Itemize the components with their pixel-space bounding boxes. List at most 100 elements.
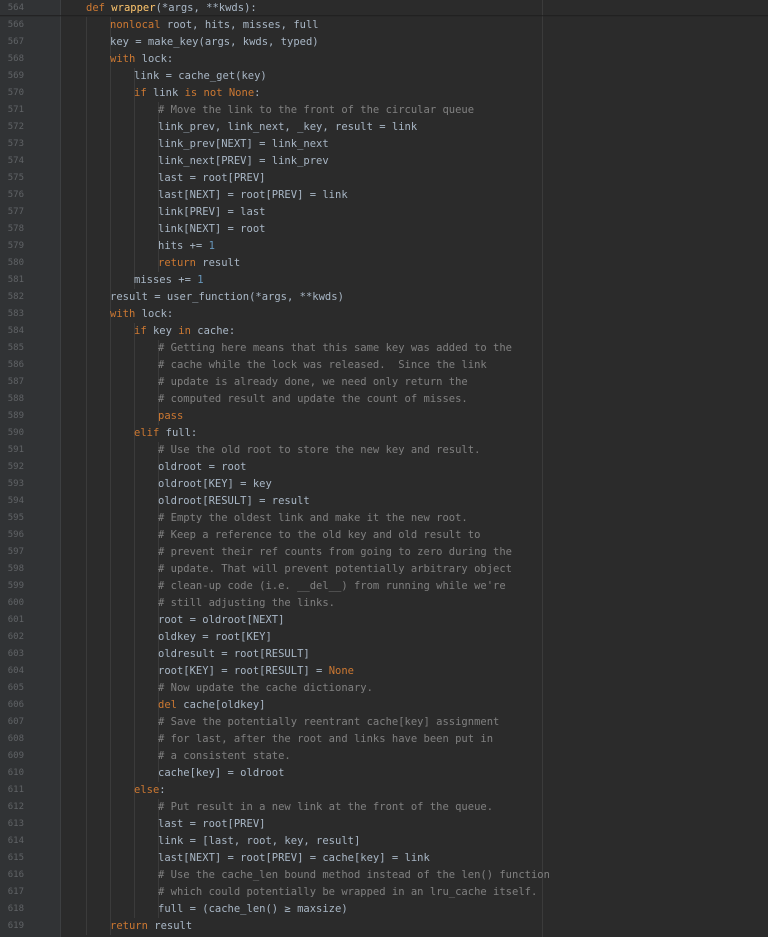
code-text[interactable]: # clean-up code (i.e. __del__) from runn… <box>158 578 506 595</box>
code-line[interactable]: 599 # clean-up code (i.e. __del__) from r… <box>0 578 768 595</box>
code-text[interactable]: oldroot[RESULT] = result <box>158 493 310 510</box>
code-text[interactable]: root[KEY] = root[RESULT] = None <box>158 663 354 680</box>
code-text[interactable]: # computed result and update the count o… <box>158 391 468 408</box>
code-line[interactable]: 579 hits += 1 <box>0 238 768 255</box>
code-text[interactable]: else: <box>134 782 166 799</box>
code-text[interactable]: # Getting here means that this same key … <box>158 340 512 357</box>
code-line[interactable]: 592 oldroot = root <box>0 459 768 476</box>
code-line[interactable]: 603 oldresult = root[RESULT] <box>0 646 768 663</box>
code-line[interactable]: 571 # Move the link to the front of the c… <box>0 102 768 119</box>
code-line[interactable]: 573 link_prev[NEXT] = link_next <box>0 136 768 153</box>
code-line[interactable]: 581 misses += 1 <box>0 272 768 289</box>
code-text[interactable]: link = cache_get(key) <box>134 68 267 85</box>
code-line[interactable]: 576 last[NEXT] = root[PREV] = link <box>0 187 768 204</box>
code-text[interactable]: # Keep a reference to the old key and ol… <box>158 527 480 544</box>
code-line[interactable]: 604 root[KEY] = root[RESULT] = None <box>0 663 768 680</box>
code-line[interactable]: 610 cache[key] = oldroot <box>0 765 768 782</box>
code-line[interactable]: 575 last = root[PREV] <box>0 170 768 187</box>
code-line[interactable]: 605 # Now update the cache dictionary. <box>0 680 768 697</box>
code-text[interactable]: # which could potentially be wrapped in … <box>158 884 537 901</box>
code-line[interactable]: 593 oldroot[KEY] = key <box>0 476 768 493</box>
code-text[interactable]: oldkey = root[KEY] <box>158 629 272 646</box>
code-line[interactable]: 590 elif full: <box>0 425 768 442</box>
code-text[interactable]: link_prev, link_next, _key, result = lin… <box>158 119 417 136</box>
code-line[interactable]: 607 # Save the potentially reentrant cach… <box>0 714 768 731</box>
code-line[interactable]: 585 # Getting here means that this same k… <box>0 340 768 357</box>
code-text[interactable]: # Save the potentially reentrant cache[k… <box>158 714 499 731</box>
code-line[interactable]: 577 link[PREV] = last <box>0 204 768 221</box>
code-text[interactable]: oldresult = root[RESULT] <box>158 646 310 663</box>
code-text[interactable]: # Move the link to the front of the circ… <box>158 102 474 119</box>
code-text[interactable]: last = root[PREV] <box>158 816 265 833</box>
code-text[interactable]: key = make_key(args, kwds, typed) <box>110 34 319 51</box>
code-line[interactable]: 606 del cache[oldkey] <box>0 697 768 714</box>
code-text[interactable]: link_next[PREV] = link_prev <box>158 153 329 170</box>
code-line[interactable]: 586 # cache while the lock was released. … <box>0 357 768 374</box>
code-line[interactable]: 598 # update. That will prevent potential… <box>0 561 768 578</box>
code-line[interactable]: 613 last = root[PREV] <box>0 816 768 833</box>
code-line[interactable]: 568 with lock: <box>0 51 768 68</box>
code-text[interactable]: link = [last, root, key, result] <box>158 833 360 850</box>
code-text[interactable]: # for last, after the root and links hav… <box>158 731 493 748</box>
code-text[interactable]: if link is not None: <box>134 85 260 102</box>
code-line[interactable]: 608 # for last, after the root and links … <box>0 731 768 748</box>
code-text[interactable]: full = (cache_len() ≥ maxsize) <box>158 901 348 918</box>
code-line[interactable]: 595 # Empty the oldest link and make it t… <box>0 510 768 527</box>
code-line[interactable]: 574 link_next[PREV] = link_prev <box>0 153 768 170</box>
code-text[interactable]: oldroot[KEY] = key <box>158 476 272 493</box>
code-line[interactable]: 617 # which could potentially be wrapped … <box>0 884 768 901</box>
code-text[interactable]: # update. That will prevent potentially … <box>158 561 512 578</box>
code-line[interactable]: 597 # prevent their ref counts from going… <box>0 544 768 561</box>
code-text[interactable]: link_prev[NEXT] = link_next <box>158 136 329 153</box>
code-text[interactable]: with lock: <box>110 306 173 323</box>
code-text[interactable]: root = oldroot[NEXT] <box>158 612 284 629</box>
code-line[interactable]: 567 key = make_key(args, kwds, typed) <box>0 34 768 51</box>
code-text[interactable]: # update is already done, we need only r… <box>158 374 468 391</box>
code-line[interactable]: 589 pass <box>0 408 768 425</box>
code-text[interactable]: last[NEXT] = root[PREV] = link <box>158 187 348 204</box>
code-line[interactable]: 616 # Use the cache_len bound method inst… <box>0 867 768 884</box>
code-text[interactable]: pass <box>158 408 183 425</box>
code-text[interactable]: misses += 1 <box>134 272 204 289</box>
code-text[interactable]: cache[key] = oldroot <box>158 765 284 782</box>
code-text[interactable]: # Use the cache_len bound method instead… <box>158 867 550 884</box>
code-line[interactable]: 587 # update is already done, we need onl… <box>0 374 768 391</box>
code-text[interactable]: link[PREV] = last <box>158 204 265 221</box>
code-text[interactable]: result = user_function(*args, **kwds) <box>110 289 344 306</box>
code-text[interactable]: return result <box>110 918 192 935</box>
code-line[interactable]: 582 result = user_function(*args, **kwds) <box>0 289 768 306</box>
code-text[interactable]: elif full: <box>134 425 197 442</box>
code-line[interactable]: 601 root = oldroot[NEXT] <box>0 612 768 629</box>
code-text[interactable]: oldroot = root <box>158 459 247 476</box>
code-line[interactable]: 584 if key in cache: <box>0 323 768 340</box>
code-line[interactable]: 612 # Put result in a new link at the fro… <box>0 799 768 816</box>
code-line[interactable]: 583 with lock: <box>0 306 768 323</box>
code-line[interactable]: 619 return result <box>0 918 768 935</box>
code-text[interactable]: # a consistent state. <box>158 748 291 765</box>
code-text[interactable]: # Use the old root to store the new key … <box>158 442 480 459</box>
code-line[interactable]: 591 # Use the old root to store the new k… <box>0 442 768 459</box>
code-line[interactable]: 609 # a consistent state. <box>0 748 768 765</box>
code-text[interactable]: # still adjusting the links. <box>158 595 335 612</box>
code-text[interactable]: del cache[oldkey] <box>158 697 265 714</box>
code-line[interactable]: 580 return result <box>0 255 768 272</box>
code-text[interactable]: # Put result in a new link at the front … <box>158 799 493 816</box>
code-text[interactable]: last[NEXT] = root[PREV] = cache[key] = l… <box>158 850 430 867</box>
code-text[interactable]: link[NEXT] = root <box>158 221 265 238</box>
code-line[interactable]: 618 full = (cache_len() ≥ maxsize) <box>0 901 768 918</box>
code-text[interactable]: # Empty the oldest link and make it the … <box>158 510 468 527</box>
code-line[interactable]: 600 # still adjusting the links. <box>0 595 768 612</box>
code-line[interactable]: 588 # computed result and update the coun… <box>0 391 768 408</box>
code-line[interactable]: 602 oldkey = root[KEY] <box>0 629 768 646</box>
code-line[interactable]: 569 link = cache_get(key) <box>0 68 768 85</box>
code-text[interactable]: return result <box>158 255 240 272</box>
code-line[interactable]: 615 last[NEXT] = root[PREV] = cache[key] … <box>0 850 768 867</box>
code-text[interactable]: # prevent their ref counts from going to… <box>158 544 512 561</box>
code-editor[interactable]: 564 def wrapper(*args, **kwds): 566 nonloca… <box>0 0 768 937</box>
code-text[interactable]: nonlocal root, hits, misses, full <box>110 17 319 34</box>
code-line[interactable]: 566 nonlocal root, hits, misses, full <box>0 17 768 34</box>
code-line[interactable]: 596 # Keep a reference to the old key and… <box>0 527 768 544</box>
code-line[interactable]: 578 link[NEXT] = root <box>0 221 768 238</box>
code-text[interactable]: hits += 1 <box>158 238 215 255</box>
code-line[interactable]: 594 oldroot[RESULT] = result <box>0 493 768 510</box>
